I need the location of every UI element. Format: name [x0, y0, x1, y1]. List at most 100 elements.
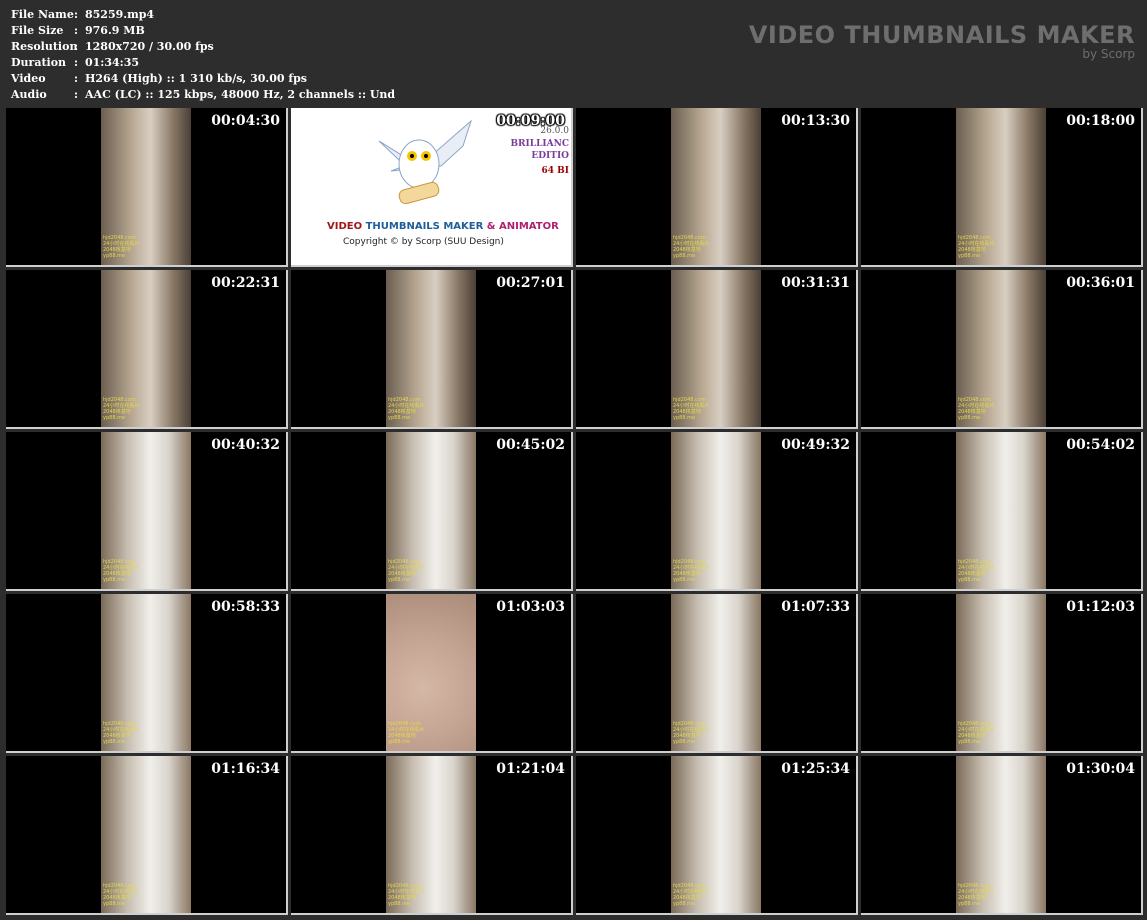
timestamp: 00:49:32 [781, 437, 850, 453]
thumbnail: hjd2048.com 24小时在线看片 2048核基地 yp88.me 00:18:0… [861, 108, 1143, 267]
watermark: hjd2048.com 24小时在线看片 2048核基地 yp88.me [388, 883, 424, 907]
thumbnail: hjd2048.com 24小时在线看片 2048核基地 yp88.me 01:12:0… [861, 594, 1143, 753]
watermark: hjd2048.com 24小时在线看片 2048核基地 yp88.me [388, 721, 424, 745]
watermark: hjd2048.com 24小时在线看片 2048核基地 yp88.me [388, 397, 424, 421]
info-label: Video [11, 72, 46, 85]
watermark: hjd2048.com 24小时在线看片 2048核基地 yp88.me [103, 721, 139, 745]
watermark: hjd2048.com 24小时在线看片 2048核基地 yp88.me [103, 397, 139, 421]
brand-title: VIDEO THUMBNAILS MAKER [748, 21, 1135, 49]
timestamp: 00:22:31 [211, 275, 280, 291]
watermark: hjd2048.com 24小时在线看片 2048核基地 yp88.me [673, 397, 709, 421]
info-value: AAC (LC) :: 125 kbps, 48000 Hz, 2 channe… [85, 88, 396, 101]
info-label: File Size [11, 24, 64, 37]
thumbnail: hjd2048.com 24小时在线看片 2048核基地 yp88.me 01:25:3… [576, 756, 858, 915]
splash-edition: EDITIO [531, 151, 569, 161]
info-value: 01:34:35 [85, 56, 140, 69]
watermark-line: yp88.me [388, 415, 411, 421]
watermark-line: yp88.me [103, 253, 126, 259]
splash-edition: 64 BI [541, 166, 569, 176]
watermark-line: yp88.me [673, 901, 696, 907]
thumbnail: hjd2048.com 24小时在线看片 2048核基地 yp88.me 01:21:0… [291, 756, 573, 915]
watermark-line: yp88.me [673, 253, 696, 259]
thumbnail: hjd2048.com 24小时在线看片 2048核基地 yp88.me 00:40:3… [6, 432, 288, 591]
watermark: hjd2048.com 24小时在线看片 2048核基地 yp88.me [673, 721, 709, 745]
info-row-duration: Duration : 01:34:35 [11, 55, 395, 71]
thumbnail: hjd2048.com 24小时在线看片 2048核基地 yp88.me 00:58:3… [6, 594, 288, 753]
thumbnail: hjd2048.com 24小时在线看片 2048核基地 yp88.me 00:04:3… [6, 108, 288, 267]
splash-copyright: Copyright © by Scorp (SUU Design) [343, 237, 504, 247]
timestamp: 00:54:02 [1066, 437, 1135, 453]
watermark: hjd2048.com 24小时在线看片 2048核基地 yp88.me [388, 559, 424, 583]
thumbnail: 26.0.0 BRILLIANC EDITIO 64 BI VIDEO THUMBNAI… [291, 108, 573, 267]
info-row-audio: Audio : AAC (LC) :: 125 kbps, 48000 Hz, … [11, 87, 395, 103]
watermark-line: yp88.me [103, 577, 126, 583]
thumbnail: hjd2048.com 24小时在线看片 2048核基地 yp88.me 01:07:3… [576, 594, 858, 753]
splash-title: VIDEO THUMBNAILS MAKER & ANIMATOR [327, 221, 559, 232]
watermark-line: yp88.me [103, 901, 126, 907]
timestamp: 01:21:04 [496, 761, 565, 777]
thumbnail: hjd2048.com 24小时在线看片 2048核基地 yp88.me 00:27:0… [291, 270, 573, 429]
owl-logo-icon [378, 119, 473, 205]
timestamp: 01:30:04 [1066, 761, 1135, 777]
thumbnail: hjd2048.com 24小时在线看片 2048核基地 yp88.me 00:54:0… [861, 432, 1143, 591]
info-label: Audio [11, 88, 47, 101]
timestamp: 01:12:03 [1066, 599, 1135, 615]
info-value: 976.9 MB [85, 24, 145, 37]
timestamp: 00:18:00 [1066, 113, 1135, 129]
watermark-line: yp88.me [958, 253, 981, 259]
timestamp: 00:09:00 [496, 113, 565, 129]
watermark: hjd2048.com 24小时在线看片 2048核基地 yp88.me [103, 559, 139, 583]
watermark: hjd2048.com 24小时在线看片 2048核基地 yp88.me [673, 883, 709, 907]
info-row-resolution: Resolution : 1280x720 / 30.00 fps [11, 39, 395, 55]
timestamp: 00:40:32 [211, 437, 280, 453]
timestamp: 01:07:33 [781, 599, 850, 615]
timestamp: 00:45:02 [496, 437, 565, 453]
info-colon: : [74, 40, 79, 53]
info-colon: : [74, 88, 79, 101]
watermark-line: yp88.me [958, 901, 981, 907]
info-colon: : [74, 56, 79, 69]
splash-title-part: & ANIMATOR [486, 221, 559, 232]
thumbnail: hjd2048.com 24小时在线看片 2048核基地 yp88.me 00:36:0… [861, 270, 1143, 429]
info-value: 85259.mp4 [85, 8, 155, 21]
brand-logo: VIDEO THUMBNAILS MAKER by Scorp [749, 22, 1135, 60]
thumbnail: hjd2048.com 24小时在线看片 2048核基地 yp88.me 01:16:3… [6, 756, 288, 915]
watermark: hjd2048.com 24小时在线看片 2048核基地 yp88.me [958, 721, 994, 745]
watermark: hjd2048.com 24小时在线看片 2048核基地 yp88.me [958, 235, 994, 259]
info-colon: : [74, 72, 79, 85]
info-colon: : [74, 24, 79, 37]
watermark-line: yp88.me [958, 577, 981, 583]
watermark-line: yp88.me [673, 415, 696, 421]
watermark-line: yp88.me [103, 739, 126, 745]
info-label: Duration [11, 56, 67, 69]
watermark: hjd2048.com 24小时在线看片 2048核基地 yp88.me [103, 883, 139, 907]
watermark-line: yp88.me [673, 577, 696, 583]
timestamp: 00:13:30 [781, 113, 850, 129]
info-value: H264 (High) :: 1 310 kb/s, 30.00 fps [85, 72, 307, 85]
timestamp: 00:36:01 [1066, 275, 1135, 291]
watermark: hjd2048.com 24小时在线看片 2048核基地 yp88.me [673, 235, 709, 259]
info-label: File Name [11, 8, 74, 21]
timestamp: 00:27:01 [496, 275, 565, 291]
file-info-panel: File Name : 85259.mp4 File Size : 976.9 … [11, 7, 395, 103]
watermark-line: yp88.me [388, 577, 411, 583]
info-row-video: Video : H264 (High) :: 1 310 kb/s, 30.00… [11, 71, 395, 87]
thumbnail: hjd2048.com 24小时在线看片 2048核基地 yp88.me 00:22:3… [6, 270, 288, 429]
watermark-line: yp88.me [958, 415, 981, 421]
info-colon: : [74, 8, 79, 21]
info-value: 1280x720 / 30.00 fps [85, 40, 214, 53]
info-row-file-name: File Name : 85259.mp4 [11, 7, 395, 23]
timestamp: 01:03:03 [496, 599, 565, 615]
thumbnail: hjd2048.com 24小时在线看片 2048核基地 yp88.me 00:13:3… [576, 108, 858, 267]
watermark: hjd2048.com 24小时在线看片 2048核基地 yp88.me [958, 397, 994, 421]
timestamp: 00:31:31 [781, 275, 850, 291]
splash-title-part: THUMBNAILS MAKER [362, 221, 487, 232]
info-row-file-size: File Size : 976.9 MB [11, 23, 395, 39]
timestamp: 01:16:34 [211, 761, 280, 777]
thumbnail-grid: hjd2048.com 24小时在线看片 2048核基地 yp88.me 00:04:3… [6, 108, 1143, 915]
timestamp: 00:58:33 [211, 599, 280, 615]
splash-title-part: VIDEO [327, 221, 363, 232]
watermark-line: yp88.me [958, 739, 981, 745]
watermark-line: yp88.me [388, 901, 411, 907]
watermark-line: yp88.me [388, 739, 411, 745]
